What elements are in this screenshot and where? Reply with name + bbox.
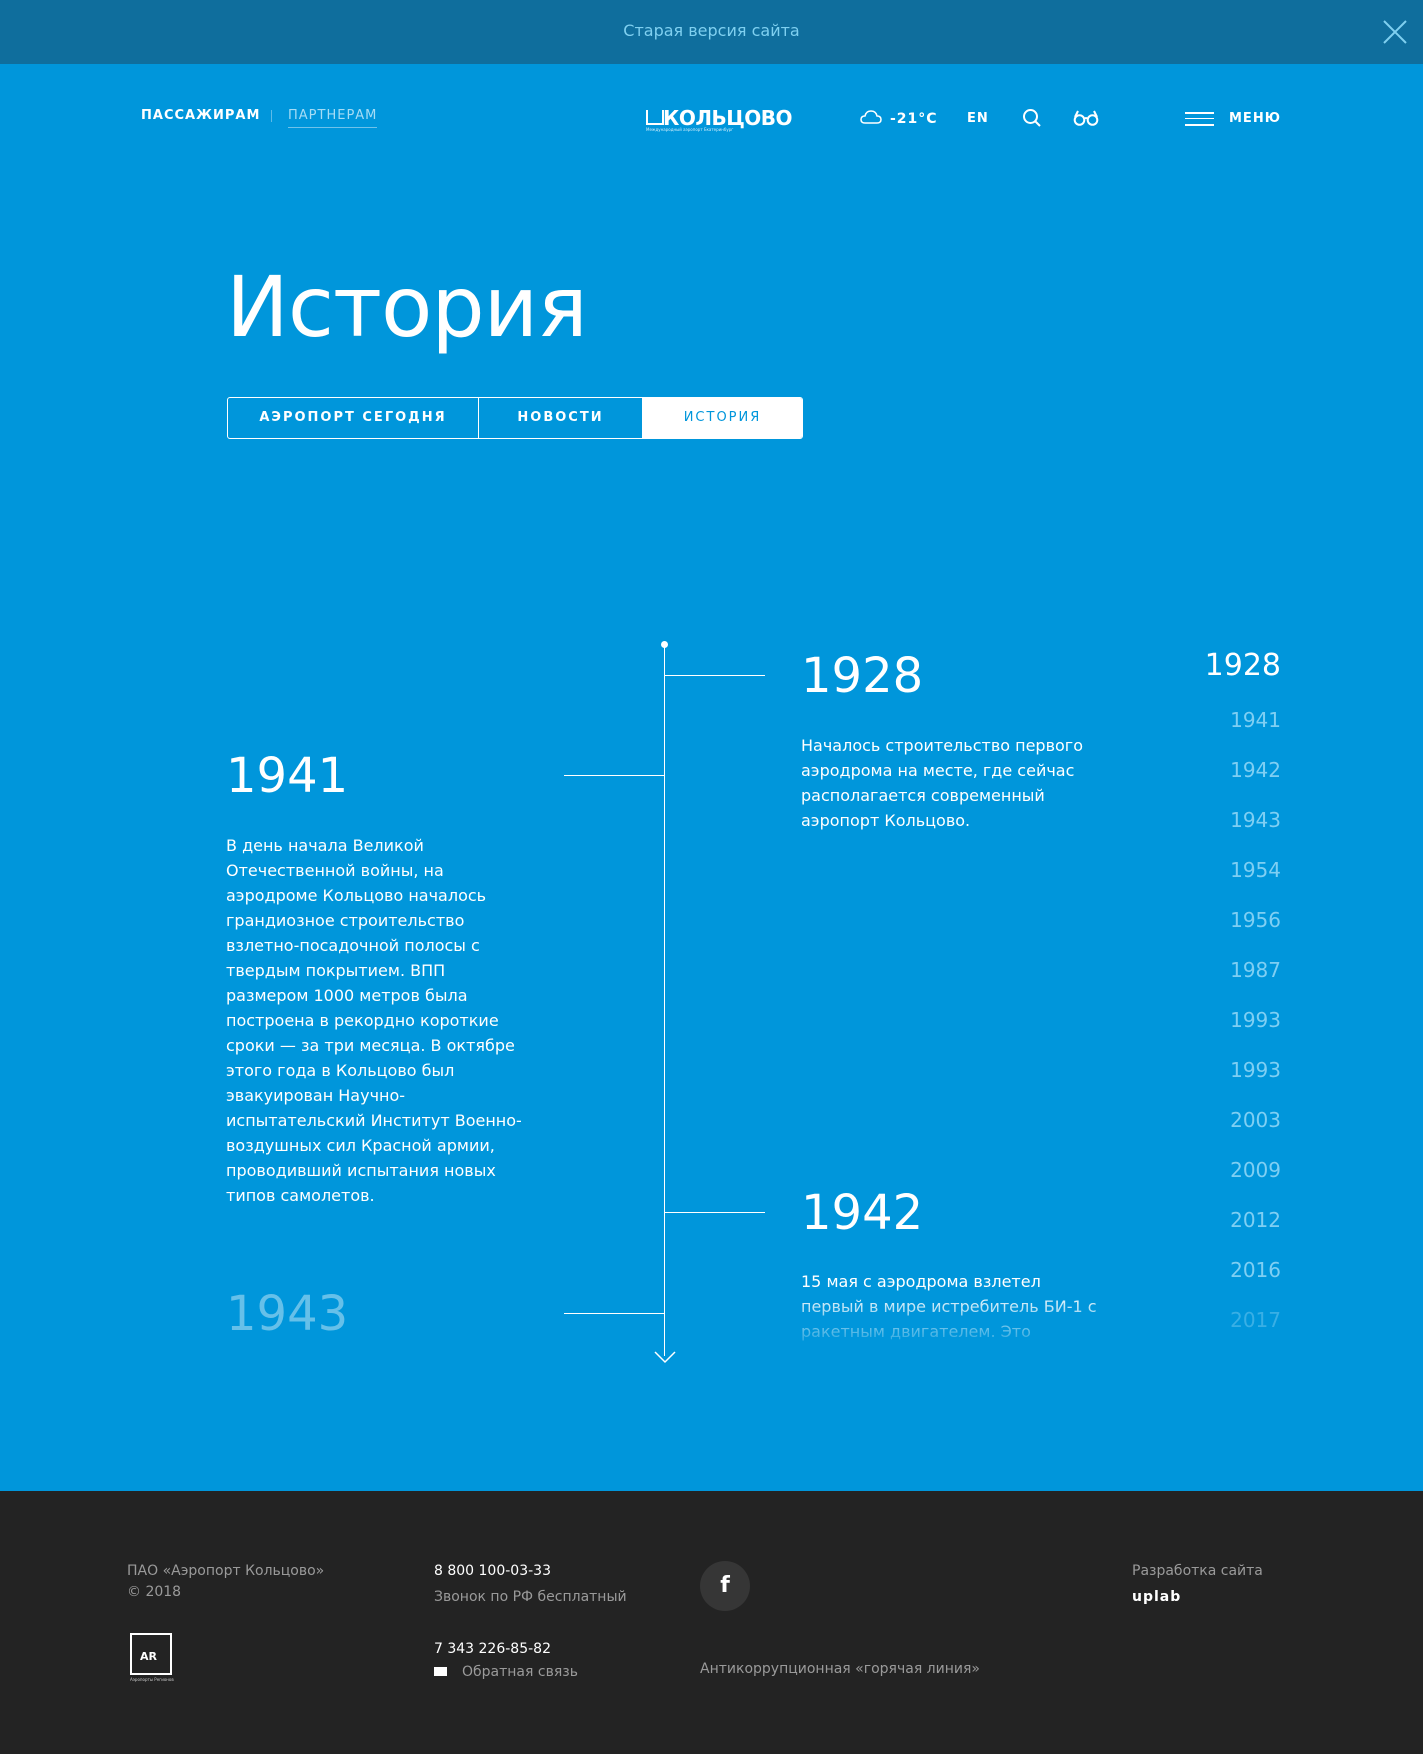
old-version-link[interactable]: Старая версия сайта: [0, 21, 1423, 40]
year-nav-item[interactable]: 1993: [1205, 1008, 1281, 1058]
accessibility-glasses-icon[interactable]: [1073, 109, 1099, 127]
year-nav-item[interactable]: 2012: [1205, 1208, 1281, 1258]
footer-hotline-link[interactable]: Антикоррупционная «горячая линия»: [700, 1661, 980, 1677]
footer-phone-local[interactable]: 7 343 226-85-82: [434, 1641, 551, 1657]
search-icon[interactable]: [1022, 108, 1042, 128]
mail-icon: [434, 1667, 447, 1676]
timeline-year-1928: 1928: [801, 648, 924, 704]
timeline-year-1943: 1943: [226, 1286, 349, 1342]
year-nav-item[interactable]: 1956: [1205, 908, 1281, 958]
scroll-down-arrow-icon[interactable]: [654, 1350, 676, 1364]
cloud-sun-icon: [860, 110, 882, 124]
nav-partners[interactable]: ПАРТНЕРАМ: [288, 108, 378, 128]
logo-subtitle: Международный аэропорт Екатеринбург: [646, 127, 734, 132]
year-nav-item[interactable]: 1993: [1205, 1058, 1281, 1108]
nav-divider: [271, 110, 272, 122]
year-nav-item[interactable]: 1987: [1205, 958, 1281, 1008]
year-nav-item[interactable]: 2003: [1205, 1108, 1281, 1158]
footer-phone-note: Звонок по РФ бесплатный: [434, 1589, 627, 1605]
timeline-connector-1928: [665, 675, 765, 676]
footer-copyright: © 2018: [127, 1584, 182, 1600]
timeline-year-1942: 1942: [801, 1185, 924, 1241]
timeline-text-1928: Началось строительство первого аэродрома…: [801, 736, 1083, 830]
year-nav-item[interactable]: 2017: [1205, 1308, 1281, 1358]
timeline-axis: [664, 644, 665, 1356]
years-navigation: 1928 1941 1942 1943 1954 1956 1987 1993 …: [1205, 648, 1281, 1358]
year-nav-item[interactable]: 1942: [1205, 758, 1281, 808]
ar-logo[interactable]: AR Аэропорты Регионов: [130, 1633, 174, 1682]
close-icon[interactable]: [1381, 18, 1409, 46]
timeline-text-1942: 15 мая с аэродрома взлетел первый в мире…: [801, 1272, 1097, 1341]
language-switch[interactable]: EN: [967, 111, 989, 126]
old-version-bar: Старая версия сайта: [0, 0, 1423, 64]
facebook-icon[interactable]: f: [700, 1561, 750, 1611]
timeline-connector-1941: [564, 775, 664, 776]
year-nav-item[interactable]: 1943: [1205, 808, 1281, 858]
timeline-text-1941: В день начала Великой Отечественной войн…: [226, 836, 522, 1205]
temperature: -21°C: [890, 111, 938, 127]
timeline-connector-1943: [564, 1313, 664, 1314]
timeline-connector-1942: [665, 1212, 765, 1213]
menu-label: МЕНЮ: [1229, 111, 1281, 126]
ar-logo-text: AR: [140, 1650, 157, 1663]
section-tabs: АЭРОПОРТ СЕГОДНЯ НОВОСТИ ИСТОРИЯ: [227, 397, 803, 439]
tab-airport-today[interactable]: АЭРОПОРТ СЕГОДНЯ: [228, 398, 479, 438]
footer-feedback-link[interactable]: Обратная связь: [462, 1664, 578, 1680]
site-logo[interactable]: КОЛЬЦОВО Международный аэропорт Екатерин…: [646, 106, 793, 132]
footer-phone-free[interactable]: 8 800 100-03-33: [434, 1563, 551, 1579]
timeline-year-1941: 1941: [226, 748, 349, 804]
page-title: История: [226, 258, 588, 356]
site-footer: ПАО «Аэропорт Кольцово» © 2018 AR Аэропо…: [0, 1491, 1423, 1754]
hamburger-icon: [1185, 112, 1214, 126]
year-nav-item[interactable]: 1928: [1205, 648, 1281, 708]
ar-logo-subtitle: Аэропорты Регионов: [130, 1677, 174, 1682]
year-nav-item[interactable]: 1954: [1205, 858, 1281, 908]
year-nav-item[interactable]: 2009: [1205, 1158, 1281, 1208]
footer-dev-link[interactable]: uplab: [1132, 1589, 1181, 1605]
footer-company: ПАО «Аэропорт Кольцово»: [127, 1563, 325, 1579]
tab-news[interactable]: НОВОСТИ: [479, 398, 643, 438]
year-nav-item[interactable]: 1941: [1205, 708, 1281, 758]
logo-mark-icon: [646, 110, 664, 125]
year-nav-item[interactable]: 2016: [1205, 1258, 1281, 1308]
footer-dev-label: Разработка сайта: [1132, 1563, 1263, 1579]
nav-passengers[interactable]: ПАССАЖИРАМ: [141, 108, 260, 123]
tab-history[interactable]: ИСТОРИЯ: [643, 398, 802, 438]
